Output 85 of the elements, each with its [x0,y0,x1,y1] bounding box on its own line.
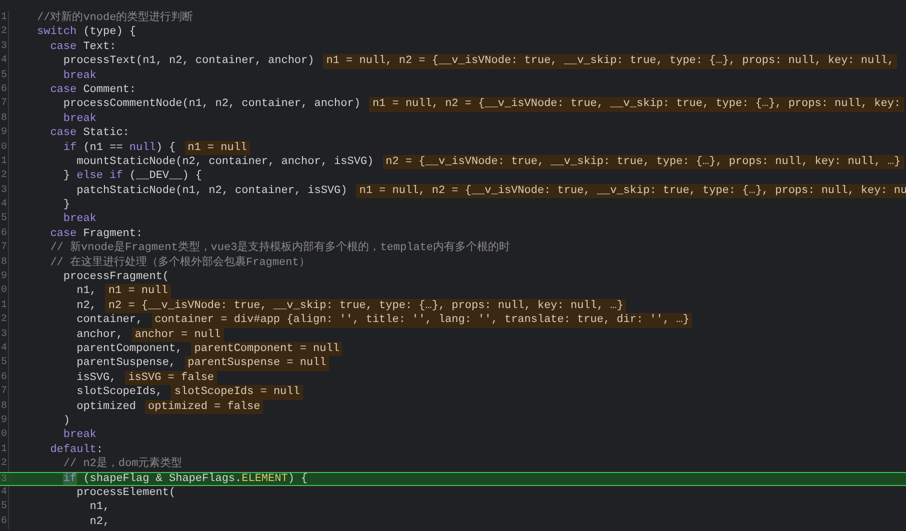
code-line: case Comment: [50,82,136,98]
line-number: 3 [0,40,9,54]
code-line: case Text: [50,40,116,54]
line-number: 4 [0,486,9,500]
line-number: 9 [0,414,9,428]
line-number: 8 [0,400,9,414]
code-line: } [63,198,70,212]
line-number: 5 [0,68,9,83]
code-line: case Fragment: [50,226,143,240]
code-line: ) [63,414,70,428]
code-line: switch (type) { [37,25,136,40]
line-number: 9 [0,126,9,141]
line-number: 8 [0,112,9,126]
code-line: parentSuspense, [76,356,176,371]
line-number: 4 [0,198,9,212]
line-number: 5 [0,356,9,371]
code-line: if (n1 == null) { [63,140,176,155]
code-line: n1, [76,284,96,299]
code-line: } else if (__DEV__) { [63,169,202,184]
code-line: // 新vnode是Fragment类型，vue3是支持模板内部有多个根的，template内有多个根的时 [50,241,510,256]
line-number: 3 [0,184,9,198]
line-number: 6 [0,514,9,530]
inline-value: optimized = false [145,400,264,414]
code-line: n1, [90,500,110,515]
inline-value: n1 = null [184,140,250,155]
line-number: 1 [0,11,9,26]
code-line: default: [50,442,104,457]
line-number: 3 [0,472,9,485]
code-line: case Static: [50,126,130,141]
line-number: 2 [0,25,9,40]
code-line: parentComponent, [76,342,182,356]
line-number: 8 [0,256,9,270]
line-number: 1 [0,442,9,458]
line-number: 4 [0,342,9,356]
line-number: 4 [0,54,9,69]
inline-value: parentComponent = null [191,342,342,356]
code-line: if (shapeFlag & ShapeFlags.ELEMENT) { [63,472,308,486]
inline-value: n1 = null, n2 = {__v_isVNode: true, __v_skip: true, type: {…}, props: null, key: null, [323,54,897,69]
code-line: optimized [76,400,136,414]
code-line: slotScopeIds, [76,385,162,400]
code-line: isSVG, [76,370,116,386]
code-line: patchStaticNode(n1, n2, container, isSVG) [76,184,348,198]
line-number: 1 [0,298,9,314]
line-number: 0 [0,284,9,299]
code-line: // 在这里进行处理（多个根外部会包裹Fragment） [50,256,310,270]
line-number: 3 [0,328,9,342]
line-number: 7 [0,241,9,256]
line-number: 0 [0,140,9,155]
code-line: break [63,112,96,126]
code-line: processElement( [76,486,176,500]
line-number: 6 [0,370,9,386]
code-line: //对新的vnode的类型进行判断 [37,11,194,26]
line-number: 7 [0,97,9,112]
code-line: n2, [90,514,110,530]
line-number: 6 [0,82,9,98]
inline-value: container = div#app {align: '', title: '', lang: '', translate: true, dir: '', …} [152,313,692,328]
code-line: // n2是，dom元素类型 [63,457,182,472]
line-number: 5 [0,500,9,515]
inline-value: n2 = {__v_isVNode: true, __v_skip: true, type: {…}, props: null, key: null, …} [105,298,626,314]
line-number: 5 [0,212,9,227]
inline-value: n1 = null [105,284,171,299]
inline-value: n1 = null, n2 = {__v_isVNode: true, __v_skip: true, type: {…}, props: null, key: nu [356,184,906,198]
inline-value: n2 = {__v_isVNode: true, __v_skip: true, type: {…}, props: null, key: null, …} [382,154,904,170]
code-line: container, [76,313,143,328]
code-line: processCommentNode(n1, n2, container, anchor) [63,97,360,112]
line-number: 0 [0,428,9,443]
code-line: processText(n1, n2, container, anchor) [63,54,314,69]
line-number: 9 [0,270,9,284]
line-number: 7 [0,385,9,400]
inline-value: parentSuspense = null [184,356,330,371]
line-number: 2 [0,313,9,328]
code-line: anchor, [76,328,123,342]
line-number: 6 [0,226,9,242]
line-number: 2 [0,169,9,184]
inline-value: isSVG = false [125,370,218,386]
inline-value: n1 = null, n2 = {__v_isVNode: true, __v_skip: true, type: {…}, props: null, key: [369,97,904,112]
code-line: mountStaticNode(n2, container, anchor, isSVG) [76,154,374,170]
inline-value: slotScopeIds = null [171,385,303,400]
code-line: n2, [76,298,96,314]
inline-value: anchor = null [132,328,224,342]
code-line: break [63,212,96,227]
code-line: processFragment( [63,270,170,284]
code-line: break [63,68,96,83]
code-line: break [63,428,96,443]
line-number: 1 [0,154,9,170]
